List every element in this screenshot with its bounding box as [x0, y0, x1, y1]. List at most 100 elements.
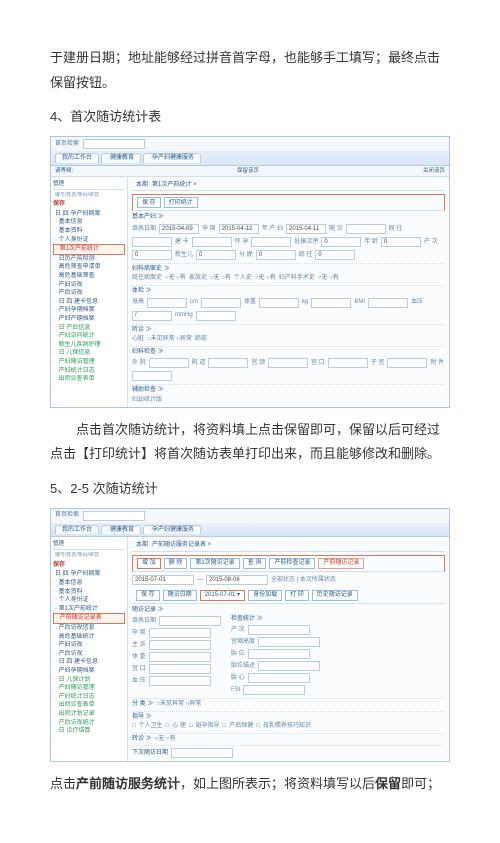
field-input[interactable]	[259, 298, 299, 308]
field-input[interactable]	[149, 664, 211, 674]
field-input[interactable]	[149, 640, 211, 650]
checkbox[interactable]: □	[189, 723, 193, 730]
tree-item[interactable]: · 日 儿保信息	[53, 349, 125, 358]
tree-item[interactable]: · 产妇访问统计	[53, 332, 125, 341]
field-input[interactable]: /	[132, 311, 172, 321]
field-input[interactable]: 0	[315, 250, 355, 260]
field-input[interactable]	[149, 358, 189, 368]
tree-item[interactable]: · 新生儿疾病护理	[53, 341, 125, 350]
toolbar-button[interactable]: 第1次随访记录	[190, 558, 239, 569]
radio-group[interactable]: ○无 ○有	[210, 275, 231, 282]
field-input[interactable]	[132, 371, 172, 381]
tree-item[interactable]: · 第1次产前统计	[53, 605, 125, 614]
field-input[interactable]	[192, 237, 232, 247]
header-link[interactable]: 保留该页	[237, 168, 259, 174]
toolbar-button[interactable]: 产前随访记录	[318, 558, 364, 569]
tree-item[interactable]: · 产妇统计日志	[53, 693, 125, 702]
tree-item[interactable]: · 出院诊查表单	[53, 375, 125, 384]
tree-item[interactable]: · 日 四 建卡信息	[53, 658, 125, 667]
field-input[interactable]	[368, 298, 408, 308]
tree-item[interactable]: · 产妇随访管理	[53, 684, 125, 693]
field-input[interactable]	[268, 358, 308, 368]
action-button[interactable]: 保 存	[136, 590, 160, 601]
nav-tree-2[interactable]: 管理 编号/姓名/条码/拼音 保存 日 四 孕产妇病案· 基本信息· 基本资料·…	[51, 537, 128, 761]
radio-group[interactable]: ○无 ○有	[318, 275, 339, 282]
tab[interactable]: ·健康教育	[101, 153, 141, 163]
field-input[interactable]	[149, 628, 211, 638]
field-input[interactable]: 2015-04-12	[219, 224, 259, 234]
tree-item[interactable]: · 产妇随访管理	[53, 358, 125, 367]
field-input[interactable]	[132, 237, 172, 247]
action-button[interactable]: 打 印	[285, 590, 309, 601]
field-input[interactable]	[248, 649, 310, 659]
field-input[interactable]	[248, 625, 310, 635]
radio-group[interactable]: ○无 ○有	[165, 275, 186, 282]
field-input[interactable]: 0	[196, 250, 236, 260]
field-input[interactable]	[346, 224, 386, 234]
field-input[interactable]: 2015-04-11	[286, 224, 326, 234]
tree-item[interactable]: · 产后访视信息	[53, 624, 125, 633]
field-input[interactable]: 0	[381, 237, 421, 247]
header-link[interactable]: 关闭该页	[423, 168, 445, 174]
crumb[interactable]: 产前随访服务记录表 ×	[152, 542, 211, 549]
field-input[interactable]	[328, 358, 368, 368]
next-date-input[interactable]	[171, 748, 233, 758]
field-input[interactable]	[149, 652, 211, 662]
search-input-2[interactable]	[83, 511, 145, 521]
date-to[interactable]: 2015-08-06	[206, 575, 268, 585]
field-input[interactable]	[251, 237, 291, 247]
tree-item[interactable]: · 高危基础统计	[53, 633, 125, 642]
crumb[interactable]: 本期	[136, 182, 148, 189]
field-input[interactable]: 0	[132, 250, 172, 260]
tree-item[interactable]: · 日 诊疗结算	[53, 727, 125, 736]
field-input[interactable]	[243, 685, 305, 695]
tab[interactable]: 我的工作台	[55, 153, 99, 163]
field-input[interactable]	[311, 298, 351, 308]
checkbox[interactable]: □	[223, 723, 227, 730]
tree-item[interactable]: · 基本信息	[53, 579, 125, 588]
field-input[interactable]: 2015-04-09	[159, 224, 199, 234]
tree-item[interactable]: · 个人身份证	[53, 596, 125, 605]
toolbar-button[interactable]: 保 存	[137, 197, 161, 208]
tree-item[interactable]: · 产妇访视	[53, 281, 125, 290]
action-button[interactable]: 身份加载	[248, 590, 282, 601]
tree-item[interactable]: 日 四 孕产妇病案	[53, 570, 125, 579]
tree-item[interactable]: · 产妇孕期档案	[53, 667, 125, 676]
tree-item[interactable]: · 日历产前检测	[53, 255, 125, 264]
checkbox[interactable]: □	[132, 723, 136, 730]
tree-item[interactable]: · 基本资料	[53, 588, 125, 597]
action-button[interactable]: 随访日期	[163, 590, 197, 601]
tree-item[interactable]: · 基本信息	[53, 218, 125, 227]
tree-item[interactable]: · 出院诊查表单	[53, 701, 125, 710]
toolbar-button[interactable]: 打印统计	[164, 197, 198, 208]
search-input[interactable]	[83, 139, 145, 149]
tree-item[interactable]: · 产后访视	[53, 289, 125, 298]
tree-item[interactable]: · 产妇产期档案	[53, 315, 125, 324]
toolbar-button[interactable]: 产前检查记录	[269, 558, 315, 569]
field-input[interactable]	[248, 673, 310, 683]
field-input[interactable]	[258, 637, 320, 647]
tree-item[interactable]: · 日 四 建卡信息	[53, 298, 125, 307]
tree-item[interactable]: · 产妇统计日志	[53, 367, 125, 376]
action-button[interactable]: 2015-07-01 ▾	[200, 590, 245, 601]
tab[interactable]: 我的工作台	[55, 525, 99, 535]
tree-item[interactable]: · 高危基础筛查	[53, 272, 125, 281]
tree-item[interactable]: · 日 产后信息	[53, 324, 125, 333]
toolbar-button[interactable]: 增 加	[137, 558, 161, 569]
tree-item[interactable]: 日 四 孕产妇病案	[53, 210, 125, 219]
tab[interactable]: ·孕产妇健康服务	[143, 153, 201, 163]
tree-item[interactable]: · 产妇孕期档案	[53, 306, 125, 315]
field-input[interactable]	[387, 358, 427, 368]
field-input[interactable]	[258, 661, 320, 671]
tree-item[interactable]: · 产后访视统计	[53, 719, 125, 728]
radio-group[interactable]: ○未见异常 ○异常	[147, 336, 192, 343]
field-input[interactable]	[196, 311, 236, 321]
field-input[interactable]	[201, 298, 241, 308]
field-input[interactable]	[149, 676, 211, 686]
tree-item[interactable]: · 产后访视	[53, 650, 125, 659]
tree-item[interactable]: · 个人身份证	[53, 236, 125, 245]
tab[interactable]: ·孕产妇健康服务	[143, 525, 201, 535]
action-button[interactable]: 历史随访记录	[312, 590, 358, 601]
tree-item[interactable]: · 出院计划记录	[53, 710, 125, 719]
transfer-options[interactable]: ○无 ○有	[155, 736, 176, 743]
